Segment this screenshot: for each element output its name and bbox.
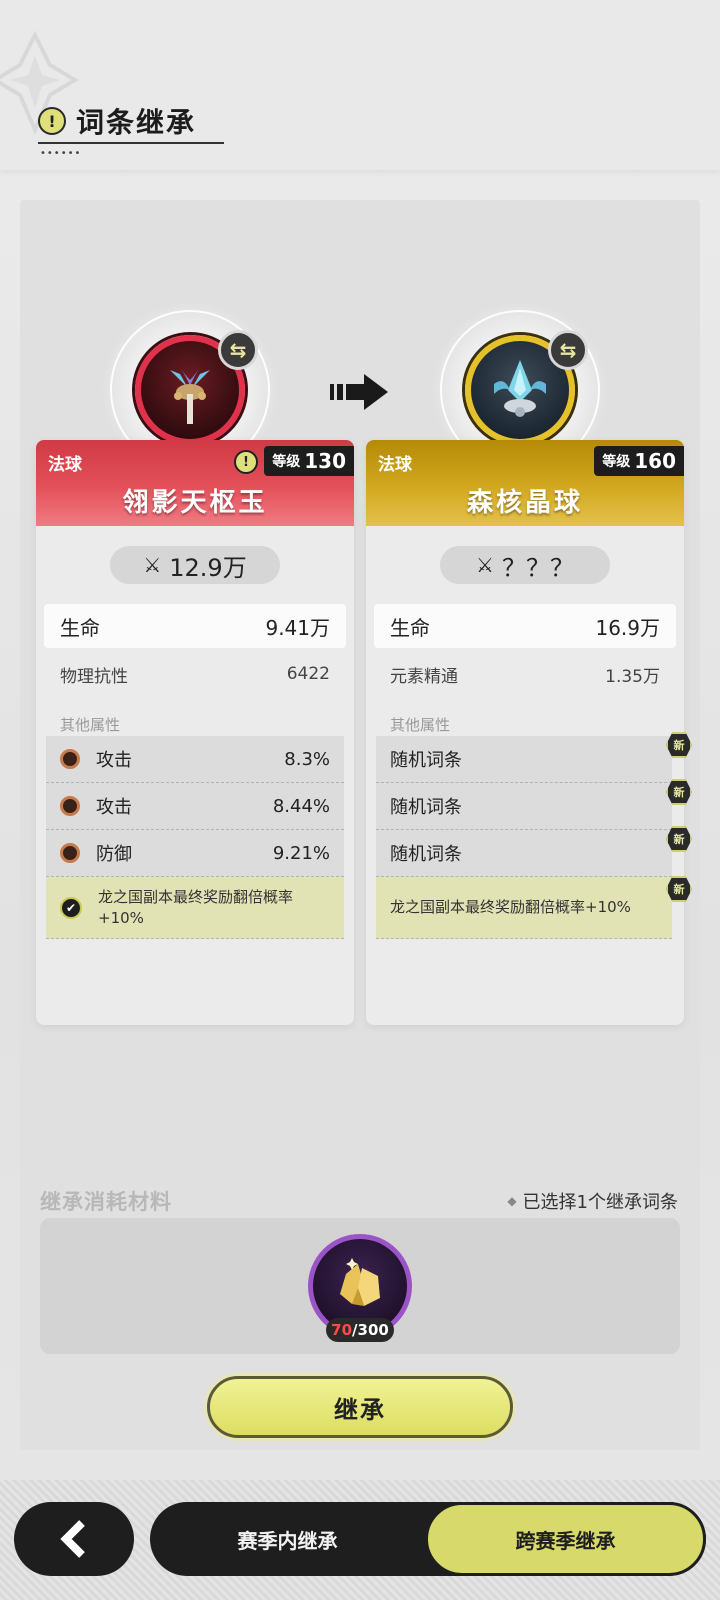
main-stat-row: 生命 16.9万 <box>374 604 676 648</box>
info-icon[interactable]: ! <box>38 107 66 135</box>
special-attribute-row[interactable]: ✔ 龙之国副本最终奖励翻倍概率+10% <box>46 877 344 939</box>
required-count: /300 <box>352 1321 389 1339</box>
attribute-list: 攻击 8.3% 攻击 8.44% 防御 9.21% ✔ 龙之国副本最终奖励翻倍概… <box>46 736 344 939</box>
sub-stat-name: 物理抗性 <box>60 666 128 687</box>
tab-cross-season[interactable]: 跨赛季继承 <box>425 1502 706 1576</box>
tab-in-season[interactable]: 赛季内继承 <box>150 1502 425 1576</box>
materials-label: 继承消耗材料 <box>40 1190 172 1214</box>
inherit-button[interactable]: 继承 <box>207 1376 513 1438</box>
selected-note-text: 已选择1个继承词条 <box>522 1192 678 1213</box>
attribute-name: 随机词条 <box>390 750 462 771</box>
crossed-swords-icon: ⚔ <box>476 553 494 577</box>
other-attributes-label: 其他属性 <box>390 716 451 734</box>
attribute-value: 8.44% <box>272 795 330 817</box>
check-icon: ✔ <box>60 896 82 919</box>
attribute-dot-icon <box>60 843 80 863</box>
level-value: 160 <box>634 449 676 473</box>
warning-icon[interactable]: ! <box>234 450 258 474</box>
attribute-row[interactable]: 攻击 8.3% <box>46 736 344 783</box>
header: ! 词条继承 •••••• <box>0 0 720 170</box>
attribute-value: 9.21% <box>272 842 330 864</box>
sub-stat-name: 元素精通 <box>390 666 458 687</box>
special-attribute-text: 龙之国副本最终奖励翻倍概率+10% <box>390 898 631 916</box>
main-stat-name: 生命 <box>60 615 100 640</box>
attribute-name: 攻击 <box>96 750 132 771</box>
attribute-name: 防御 <box>96 844 132 865</box>
power-value: 12.9万 <box>169 553 247 582</box>
attribute-row: 随机词条 <box>376 830 672 877</box>
target-item-card: 法球 等级 160 森核晶球 ⚔ ？？？ 生命 16.9万 元素精通 1.35万… <box>366 440 684 1025</box>
attribute-row[interactable]: 防御 9.21% <box>46 830 344 877</box>
special-attribute-row: 龙之国副本最终奖励翻倍概率+10% <box>376 877 672 939</box>
attribute-name: 随机词条 <box>390 797 462 818</box>
crossed-swords-icon: ⚔ <box>143 553 162 577</box>
chevron-left-icon <box>60 1520 85 1558</box>
title-underline-dots: •••••• <box>40 148 82 159</box>
attribute-dot-icon <box>60 749 80 769</box>
gold-crystal-icon <box>340 1258 380 1306</box>
diamond-icon: ◆ <box>507 1194 517 1208</box>
level-value: 130 <box>304 449 346 473</box>
tab-bar: 赛季内继承 跨赛季继承 <box>150 1502 706 1576</box>
power-value: ？？？ <box>501 553 574 582</box>
level-badge: 等级 130 <box>264 446 354 476</box>
material-count: 70/300 <box>326 1318 394 1342</box>
swap-icon[interactable]: ⇆ <box>548 330 588 370</box>
attribute-value: 8.3% <box>284 748 330 770</box>
materials-box: 70/300 <box>40 1218 680 1354</box>
attribute-name: 攻击 <box>96 797 132 818</box>
attribute-list: 随机词条 随机词条 随机词条 龙之国副本最终奖励翻倍概率+10% <box>376 736 672 939</box>
item-name: 翎影天枢玉 <box>122 488 268 518</box>
sub-stat-row: 物理抗性 6422 <box>44 654 346 694</box>
attribute-dot-icon <box>60 796 80 816</box>
power-score: ⚔ ？？？ <box>440 546 610 584</box>
item-type: 法球 <box>378 455 412 475</box>
special-attribute-text: 龙之国副本最终奖励翻倍概率+10% <box>98 887 294 927</box>
sub-stat-value: 1.35万 <box>605 666 660 687</box>
main-stat-value: 16.9万 <box>595 615 660 640</box>
page-title: ! 词条继承 <box>38 100 224 144</box>
selected-note: ◆ 已选择1个继承词条 <box>507 1188 678 1214</box>
sub-stat-row: 元素精通 1.35万 <box>374 654 676 694</box>
main-stat-row: 生命 9.41万 <box>44 604 346 648</box>
power-score: ⚔ 12.9万 <box>110 546 280 584</box>
attribute-row[interactable]: 攻击 8.44% <box>46 783 344 830</box>
attribute-row: 随机词条 <box>376 736 672 783</box>
level-label: 等级 <box>272 454 301 470</box>
level-label: 等级 <box>602 454 631 470</box>
card-header: 法球 等级 160 森核晶球 <box>366 440 684 526</box>
page-title-text: 词条继承 <box>76 106 197 139</box>
arrow-right-icon <box>330 374 388 410</box>
item-name: 森核晶球 <box>466 488 583 518</box>
level-badge: 等级 160 <box>594 446 684 476</box>
main-stat-name: 生命 <box>390 615 430 640</box>
item-type: 法球 <box>48 455 82 475</box>
card-header: 法球 ! 等级 130 翎影天枢玉 <box>36 440 354 526</box>
orb-wand-icon <box>170 364 210 424</box>
attribute-row: 随机词条 <box>376 783 672 830</box>
owned-count: 70 <box>331 1321 353 1339</box>
sub-stat-value: 6422 <box>286 664 330 684</box>
source-item-card: 法球 ! 等级 130 翎影天枢玉 ⚔ 12.9万 生命 9.41万 物理抗性 … <box>36 440 354 1025</box>
swap-icon[interactable]: ⇆ <box>218 330 258 370</box>
other-attributes-label: 其他属性 <box>60 716 121 734</box>
back-button[interactable] <box>14 1502 134 1576</box>
crystal-orb-icon <box>494 360 546 417</box>
attribute-name: 随机词条 <box>390 844 462 865</box>
main-stat-value: 9.41万 <box>265 615 330 640</box>
